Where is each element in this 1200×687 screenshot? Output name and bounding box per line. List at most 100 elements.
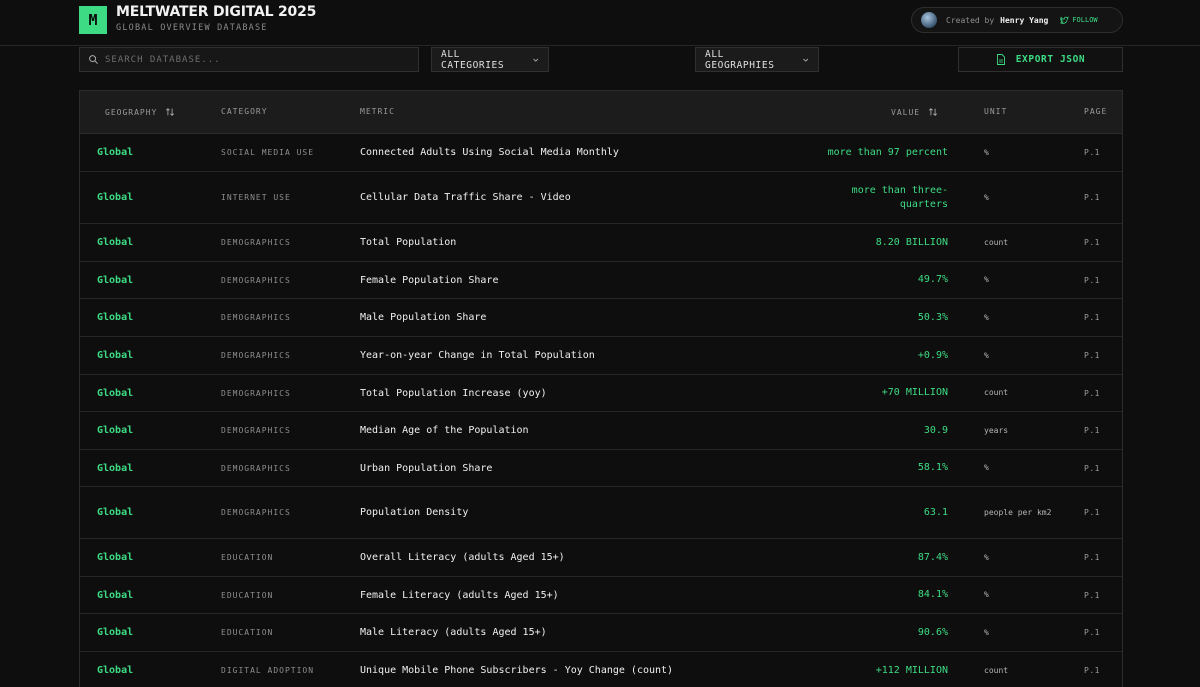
category-cell: SOCIAL MEDIA USE <box>221 148 315 157</box>
unit-cell: % <box>984 627 989 637</box>
value-cell: 87.4% <box>917 551 948 563</box>
value-cell: +70 MILLION <box>881 387 948 398</box>
column-header-unit: UNIT <box>984 107 1007 116</box>
geography-cell: Global <box>97 312 134 323</box>
page-cell: P.1 <box>1084 148 1100 157</box>
unit-cell: % <box>984 312 989 322</box>
page-cell: P.1 <box>1084 388 1100 398</box>
category-cell: EDUCATION <box>221 590 274 600</box>
geography-cell: Global <box>97 462 134 474</box>
column-header-page: PAGE <box>1084 107 1107 116</box>
category-cell: DEMOGRAPHICS <box>221 313 291 322</box>
table-row[interactable]: Global SOCIAL MEDIA USE Connected Adults… <box>80 134 1122 172</box>
page-cell: P.1 <box>1084 426 1100 435</box>
geography-cell: Global <box>97 589 134 601</box>
chevron-down-icon <box>802 58 808 62</box>
column-header-label: PAGE <box>1084 107 1108 116</box>
column-header-label: CATEGORY <box>221 107 268 116</box>
metric-cell: Total Population Increase (yoy) <box>360 387 547 399</box>
file-icon <box>996 54 1005 65</box>
geography-cell: Global <box>97 147 134 158</box>
search-input[interactable] <box>105 54 405 65</box>
page-cell: P.1 <box>1084 313 1100 322</box>
table-row[interactable]: Global DEMOGRAPHICS Total Population Inc… <box>80 375 1122 412</box>
category-cell: DEMOGRAPHICS <box>221 508 291 517</box>
geography-cell: Global <box>97 237 134 248</box>
app-title: MELTWATER DIGITAL 2025 <box>116 4 317 20</box>
twitter-bird-icon <box>1060 15 1070 24</box>
category-cell: EDUCATION <box>221 553 274 562</box>
table-row[interactable]: Global EDUCATION Male Literacy (adults A… <box>80 614 1122 652</box>
geography-cell: Global <box>97 507 134 518</box>
creator-badge: Created by Henry Yang FOLLOW <box>911 7 1123 33</box>
page-cell: P.1 <box>1084 463 1100 473</box>
table-row[interactable]: Global DEMOGRAPHICS Urban Population Sha… <box>80 450 1122 487</box>
sort-icon[interactable] <box>928 107 938 117</box>
category-cell: DEMOGRAPHICS <box>221 238 291 247</box>
category-cell: INTERNET USE <box>221 193 291 202</box>
unit-cell: people per km2 <box>984 507 1052 517</box>
unit-cell: % <box>984 463 989 472</box>
category-cell: DEMOGRAPHICS <box>221 388 291 398</box>
follow-button[interactable]: FOLLOW <box>1060 15 1098 25</box>
column-header-category: CATEGORY <box>221 107 268 116</box>
table-row[interactable]: Global DEMOGRAPHICS Population Density 6… <box>80 487 1122 539</box>
value-cell: 58.1% <box>917 462 948 473</box>
table-row[interactable]: Global DEMOGRAPHICS Male Population Shar… <box>80 299 1122 337</box>
avatar[interactable] <box>921 12 937 28</box>
metric-cell: Female Literacy (adults Aged 15+) <box>360 589 559 601</box>
page-cell: P.1 <box>1084 238 1100 247</box>
created-by-label: Created by <box>946 15 995 25</box>
table-body: Global SOCIAL MEDIA USE Connected Adults… <box>80 134 1122 687</box>
data-table: GEOGRAPHY CATEGORY METRIC VALUE UNIT PAG… <box>79 90 1123 687</box>
table-header: GEOGRAPHY CATEGORY METRIC VALUE UNIT PAG… <box>80 91 1122 134</box>
page-cell: P.1 <box>1084 628 1100 637</box>
category-cell: DEMOGRAPHICS <box>221 426 291 435</box>
brand-logo[interactable]: M <box>79 6 107 34</box>
value-cell: 63.1 <box>923 506 948 518</box>
sort-icon[interactable] <box>165 107 175 117</box>
table-row[interactable]: Global INTERNET USE Cellular Data Traffi… <box>80 172 1122 224</box>
geography-cell: Global <box>97 192 134 203</box>
table-row[interactable]: Global DIGITAL ADOPTION Unique Mobile Ph… <box>80 652 1122 687</box>
page-cell: P.1 <box>1084 508 1100 517</box>
export-json-button[interactable]: EXPORT JSON <box>958 47 1123 72</box>
unit-cell: % <box>984 552 989 562</box>
unit-cell: % <box>984 192 989 202</box>
value-cell: 84.1% <box>917 589 948 600</box>
table-row[interactable]: Global DEMOGRAPHICS Total Population 8.2… <box>80 224 1122 262</box>
metric-cell: Total Population <box>360 237 457 248</box>
unit-cell: count <box>984 665 1009 675</box>
metric-cell: Male Literacy (adults Aged 15+) <box>360 627 547 638</box>
value-cell: +0.9% <box>917 349 948 361</box>
page-cell: P.1 <box>1084 193 1100 202</box>
table-row[interactable]: Global DEMOGRAPHICS Year-on-year Change … <box>80 337 1122 375</box>
table-row[interactable]: Global EDUCATION Overall Literacy (adult… <box>80 539 1122 577</box>
unit-cell: years <box>984 425 1009 435</box>
table-row[interactable]: Global DEMOGRAPHICS Female Population Sh… <box>80 262 1122 299</box>
geography-cell: Global <box>97 665 134 676</box>
geography-cell: Global <box>97 425 134 436</box>
search-icon <box>89 55 98 64</box>
table-row[interactable]: Global DEMOGRAPHICS Median Age of the Po… <box>80 412 1122 450</box>
category-cell: DEMOGRAPHICS <box>221 275 291 285</box>
column-header-value[interactable]: VALUE <box>891 107 938 117</box>
metric-cell: Year-on-year Change in Total Population <box>360 350 595 361</box>
category-filter-dropdown[interactable]: ALL CATEGORIES <box>431 47 549 72</box>
value-cell: 8.20 BILLION <box>875 236 948 248</box>
table-row[interactable]: Global EDUCATION Female Literacy (adults… <box>80 577 1122 614</box>
search-bar[interactable] <box>79 47 419 72</box>
geography-filter-dropdown[interactable]: ALL GEOGRAPHIES <box>695 47 819 72</box>
metric-cell: Cellular Data Traffic Share - Video <box>360 192 571 203</box>
column-header-metric: METRIC <box>360 107 395 116</box>
value-cell: 90.6% <box>917 626 948 638</box>
unit-cell: count <box>984 237 1009 247</box>
creator-name[interactable]: Henry Yang <box>1000 16 1048 25</box>
metric-cell: Urban Population Share <box>360 462 493 474</box>
metric-cell: Population Density <box>360 507 469 518</box>
unit-cell: count <box>984 388 1009 397</box>
chevron-down-icon <box>532 58 538 62</box>
top-bar: M MELTWATER DIGITAL 2025 GLOBAL OVERVIEW… <box>0 0 1200 46</box>
geography-cell: Global <box>97 552 134 563</box>
column-header-geography[interactable]: GEOGRAPHY <box>105 107 175 117</box>
